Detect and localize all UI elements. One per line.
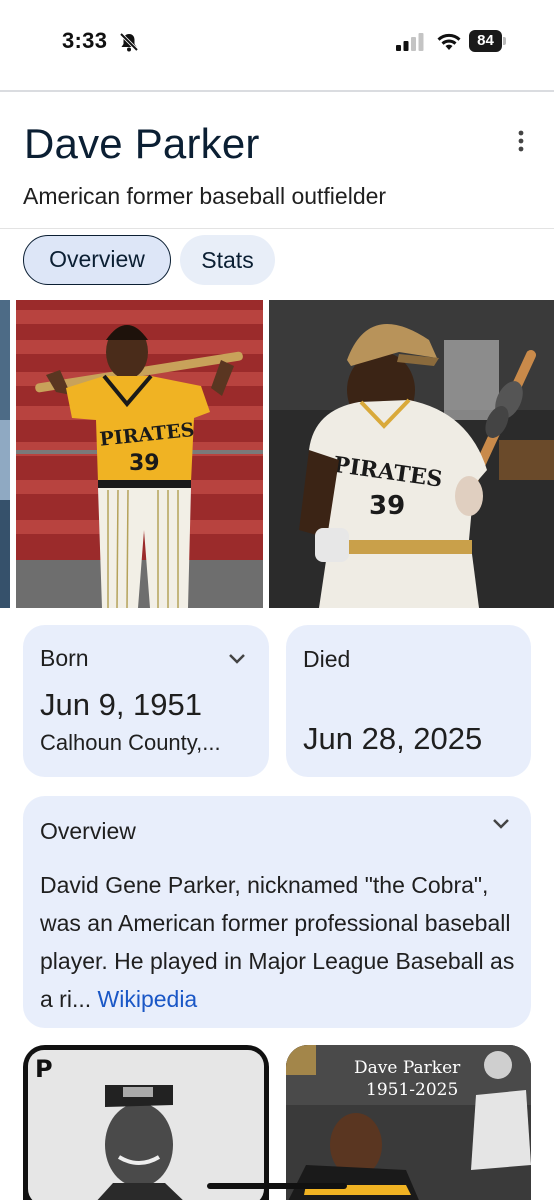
battery-level: 84 (469, 30, 502, 52)
status-time: 3:33 (62, 28, 108, 53)
bell-slash-icon (119, 32, 139, 52)
chevron-down-icon[interactable] (227, 652, 247, 666)
jersey-number: 39 (129, 451, 160, 476)
wikipedia-link[interactable]: Wikipedia (98, 986, 198, 1012)
tab-overview[interactable]: Overview (23, 235, 171, 285)
jersey-number: 39 (369, 491, 405, 521)
thumbnail-bw-card[interactable]: P (23, 1045, 269, 1200)
overview-label: Overview (40, 818, 136, 844)
died-date: Jun 28, 2025 (303, 721, 483, 756)
chevron-down-icon[interactable] (491, 817, 511, 831)
born-card[interactable]: Born Jun 9, 1951 Calhoun County,... (23, 625, 269, 777)
thumbnail-tribute-card[interactable]: Dave Parker 1951-2025 (286, 1045, 531, 1200)
image-carousel[interactable]: PIRATES 39 PIRATES 39 (0, 300, 554, 608)
player-photo-yellow-jersey[interactable]: PIRATES 39 (16, 300, 263, 608)
logo-letter: P (35, 1055, 53, 1083)
status-bar: 3:33 84 (0, 0, 554, 90)
died-label: Died (303, 646, 351, 672)
overview-card[interactable]: Overview David Gene Parker, nicknamed "t… (23, 796, 531, 1028)
battery-icon: 84 (469, 30, 507, 52)
image-tile-partial[interactable] (0, 300, 10, 608)
born-label: Born (40, 645, 89, 671)
signal-icon (396, 33, 424, 51)
page-subtitle: American former baseball outfielder (23, 183, 387, 209)
battery-cap (503, 37, 506, 45)
more-vert-icon[interactable] (510, 128, 532, 154)
died-card[interactable]: Died Jun 28, 2025 (286, 625, 531, 777)
overview-description: David Gene Parker, nicknamed "the Cobra"… (40, 866, 518, 1018)
home-indicator[interactable] (207, 1183, 347, 1189)
status-divider (0, 90, 554, 92)
wifi-icon (437, 33, 461, 50)
tribute-years: 1951-2025 (366, 1080, 458, 1100)
born-date: Jun 9, 1951 (40, 687, 203, 722)
tribute-name: Dave Parker (354, 1058, 461, 1078)
tab-stats[interactable]: Stats (180, 235, 275, 285)
player-photo-white-jersey[interactable]: PIRATES 39 (269, 300, 554, 608)
header-divider (0, 228, 554, 229)
born-place: Calhoun County,... (40, 730, 221, 755)
page-title: Dave Parker (24, 120, 260, 167)
